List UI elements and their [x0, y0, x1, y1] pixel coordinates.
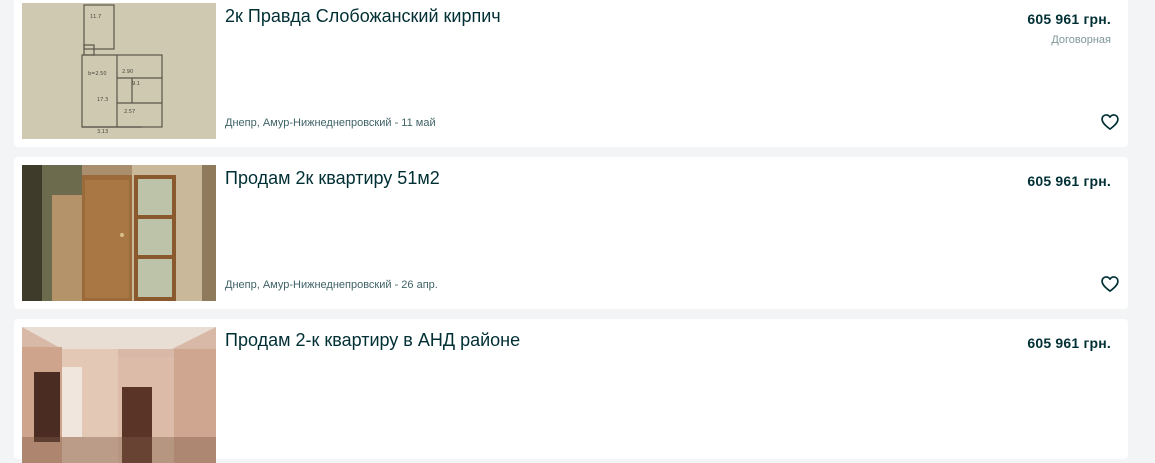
- listing-location-date: Днепр, Амур-Нижнеднепровский - 26 апр.: [225, 279, 438, 291]
- svg-text:9.1: 9.1: [132, 81, 140, 87]
- svg-text:b=2.50: b=2.50: [88, 71, 107, 77]
- listing-photo-room[interactable]: [22, 327, 216, 463]
- room-image: [22, 327, 216, 463]
- listing-title[interactable]: Продам 2к квартиру 51м2: [225, 166, 440, 190]
- listing-card[interactable]: Продам 2к квартиру 51м2 605 961 грн. Дне…: [14, 157, 1128, 309]
- svg-text:17.3: 17.3: [97, 97, 108, 103]
- listing-photo-floor-plan[interactable]: 11.7 b=2.50 17.3 2.90 9.1 2.57 3.13: [22, 3, 216, 139]
- favorite-heart-icon[interactable]: [1100, 112, 1120, 132]
- listing-price: 605 961 грн.: [1027, 335, 1111, 351]
- svg-text:2.57: 2.57: [124, 109, 135, 115]
- listing-photo-hallway[interactable]: [22, 165, 216, 301]
- negotiable-label: Договорная: [1051, 34, 1111, 46]
- hallway-image: [22, 165, 216, 301]
- svg-text:2.90: 2.90: [122, 69, 133, 75]
- listing-card[interactable]: 11.7 b=2.50 17.3 2.90 9.1 2.57 3.13 2к П…: [14, 0, 1128, 147]
- listing-card[interactable]: Продам 2-к квартиру в АНД районе 605 961…: [14, 319, 1128, 463]
- listing-title[interactable]: 2к Правда Слобожанский кирпич: [225, 4, 501, 28]
- svg-text:3.13: 3.13: [97, 129, 108, 135]
- listing-price: 605 961 грн.: [1027, 173, 1111, 189]
- favorite-heart-icon[interactable]: [1100, 274, 1120, 294]
- listing-price: 605 961 грн.: [1027, 11, 1111, 27]
- svg-text:11.7: 11.7: [90, 14, 101, 20]
- floor-plan-image: 11.7 b=2.50 17.3 2.90 9.1 2.57 3.13: [22, 3, 216, 139]
- listing-location-date: Днепр, Амур-Нижнеднепровский - 11 май: [225, 117, 436, 129]
- listing-title[interactable]: Продам 2-к квартиру в АНД районе: [225, 328, 520, 352]
